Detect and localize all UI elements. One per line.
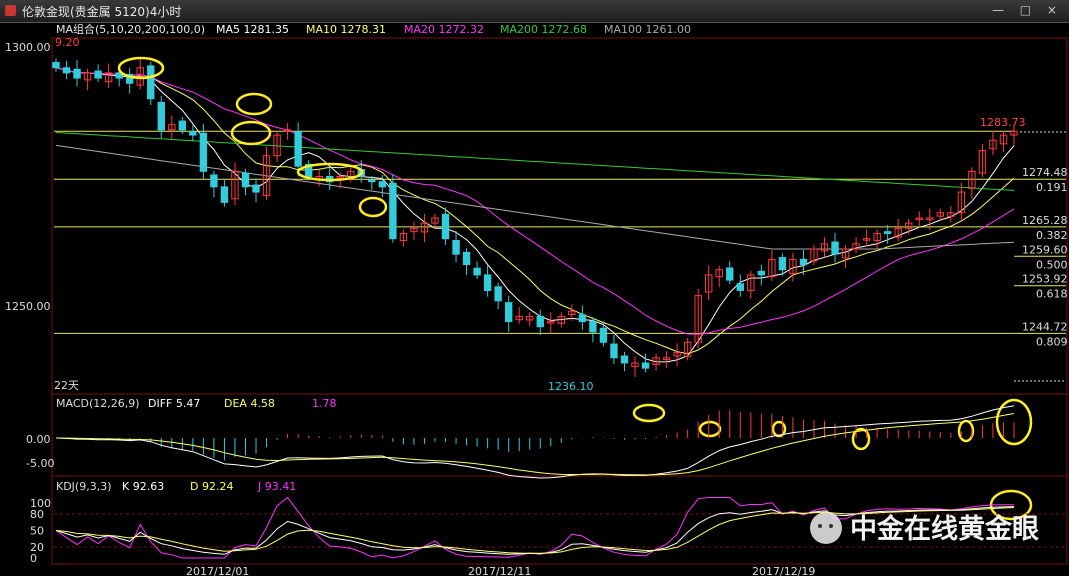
kdj-j: J 93.41 xyxy=(257,480,296,493)
candle-body-31 xyxy=(378,181,387,188)
candle-body-1 xyxy=(62,67,71,74)
candle-body-74 xyxy=(831,241,839,255)
candle-body-9 xyxy=(147,65,155,100)
ma5-label: MA5 1281.35 xyxy=(216,23,289,36)
kdj-tick-50: 50 xyxy=(30,525,44,538)
macd-panel xyxy=(51,393,1068,477)
chart-canvas: MA组合(5,10,20,200,100,0) MA5 1281.35 MA10… xyxy=(5,22,1068,576)
last-price-label: 1283.73 xyxy=(980,116,1026,129)
highlight-circle-2 xyxy=(230,120,272,146)
fib-price-3: 1253.92 xyxy=(1022,273,1068,286)
highlight-circle-5 xyxy=(632,403,666,423)
candle-body-43 xyxy=(504,302,513,323)
candle-body-50 xyxy=(578,314,587,323)
candle-body-69 xyxy=(778,257,787,271)
candle-body-14 xyxy=(199,132,208,172)
macd-label: MACD(12,26,9) xyxy=(56,397,140,410)
fib-ratio-0: 0.191 xyxy=(1036,181,1068,194)
fib-price-1: 1265.28 xyxy=(1022,214,1068,227)
ma20-line xyxy=(55,67,1015,335)
candle-body-37 xyxy=(441,213,450,240)
kdj-label: KDJ(9,3,3) xyxy=(56,480,112,493)
candle-body-38 xyxy=(452,239,460,255)
macd-dea-line xyxy=(55,413,1015,476)
macd-dea: DEA 4.58 xyxy=(224,397,275,410)
price-panel xyxy=(51,37,1068,395)
highlight-circle-6 xyxy=(698,420,722,438)
candle-body-18 xyxy=(241,172,250,188)
low-price-label: 1236.10 xyxy=(548,380,594,393)
candle-body-13 xyxy=(189,131,197,136)
candle-body-54 xyxy=(620,355,629,364)
candle-body-40 xyxy=(473,267,481,276)
date-label-3: 2017/12/19 xyxy=(752,565,815,576)
days-label: 22天 xyxy=(54,379,79,392)
candle-body-64 xyxy=(726,267,734,281)
fib-price-4: 1244.72 xyxy=(1022,320,1068,333)
kdj-d: D 92.24 xyxy=(190,480,233,493)
candle-body-19 xyxy=(252,184,260,193)
candle-body-67 xyxy=(757,270,766,276)
kdj-tick-0: 0 xyxy=(30,552,37,565)
candle-body-23 xyxy=(294,131,302,167)
price-tick-top: 1300.00 xyxy=(5,41,51,54)
ma100-label: MA100 1261.00 xyxy=(604,23,691,36)
macd-tick-neg5: -5.00 xyxy=(26,457,54,470)
date-label-2: 2017/12/11 xyxy=(468,565,531,576)
fib-ratio-4: 0.809 xyxy=(1036,335,1068,348)
candle-body-16 xyxy=(220,186,229,203)
candle-body-56 xyxy=(641,362,650,369)
ma10-line xyxy=(55,67,1015,355)
highlight-circle-4 xyxy=(358,196,388,218)
candle-body-51 xyxy=(589,321,597,333)
wechat-icon xyxy=(810,512,842,544)
watermark: 中金在线黄金眼 xyxy=(810,512,1039,545)
fib-ratio-1: 0.382 xyxy=(1036,229,1068,242)
macd-diff: DIFF 5.47 xyxy=(148,397,200,410)
candle-body-46 xyxy=(536,315,544,328)
kdj-k: K 92.63 xyxy=(122,480,164,493)
ma-group-label: MA组合(5,10,20,200,100,0) xyxy=(56,22,205,36)
candle-body-53 xyxy=(610,343,618,359)
ma10-label: MA10 1278.31 xyxy=(306,23,386,36)
candle-body-15 xyxy=(210,174,218,188)
price-tick-mid: 1250.00 xyxy=(5,300,51,313)
candle-body-2 xyxy=(73,68,81,79)
candle-body-30 xyxy=(368,179,376,183)
candle-body-32 xyxy=(389,182,397,240)
candle-body-12 xyxy=(178,120,187,131)
candle-body-79 xyxy=(883,231,892,234)
macd-tick-0: 0.00 xyxy=(26,433,51,446)
candle-body-0 xyxy=(52,62,60,69)
fib-price-2: 1259.60 xyxy=(1022,243,1068,256)
candle-body-4 xyxy=(94,70,102,79)
highlight-circle-7 xyxy=(771,420,787,438)
ma20-label: MA20 1272.32 xyxy=(404,23,484,36)
candle-body-39 xyxy=(462,251,471,266)
macd-diff-line xyxy=(55,405,1015,479)
kdj-tick-80: 80 xyxy=(30,508,44,521)
watermark-text: 中金在线黄金眼 xyxy=(850,513,1039,545)
fib-price-0: 1274.48 xyxy=(1022,166,1068,179)
candle-body-42 xyxy=(494,286,502,302)
fib-ratio-2: 0.500 xyxy=(1036,258,1068,271)
date-label-1: 2017/12/01 xyxy=(186,565,249,576)
ma200-label: MA200 1272.68 xyxy=(500,23,587,36)
candle-body-10 xyxy=(157,101,165,131)
candle-body-41 xyxy=(483,274,492,291)
highlight-circle-1 xyxy=(235,92,273,116)
fib-ratio-3: 0.618 xyxy=(1036,288,1068,301)
candle-body-71 xyxy=(799,258,808,266)
macd-value: 1.78 xyxy=(312,397,337,410)
candle-body-52 xyxy=(599,327,608,343)
corner-value: 9.20 xyxy=(55,36,80,49)
candle-body-65 xyxy=(736,283,744,291)
